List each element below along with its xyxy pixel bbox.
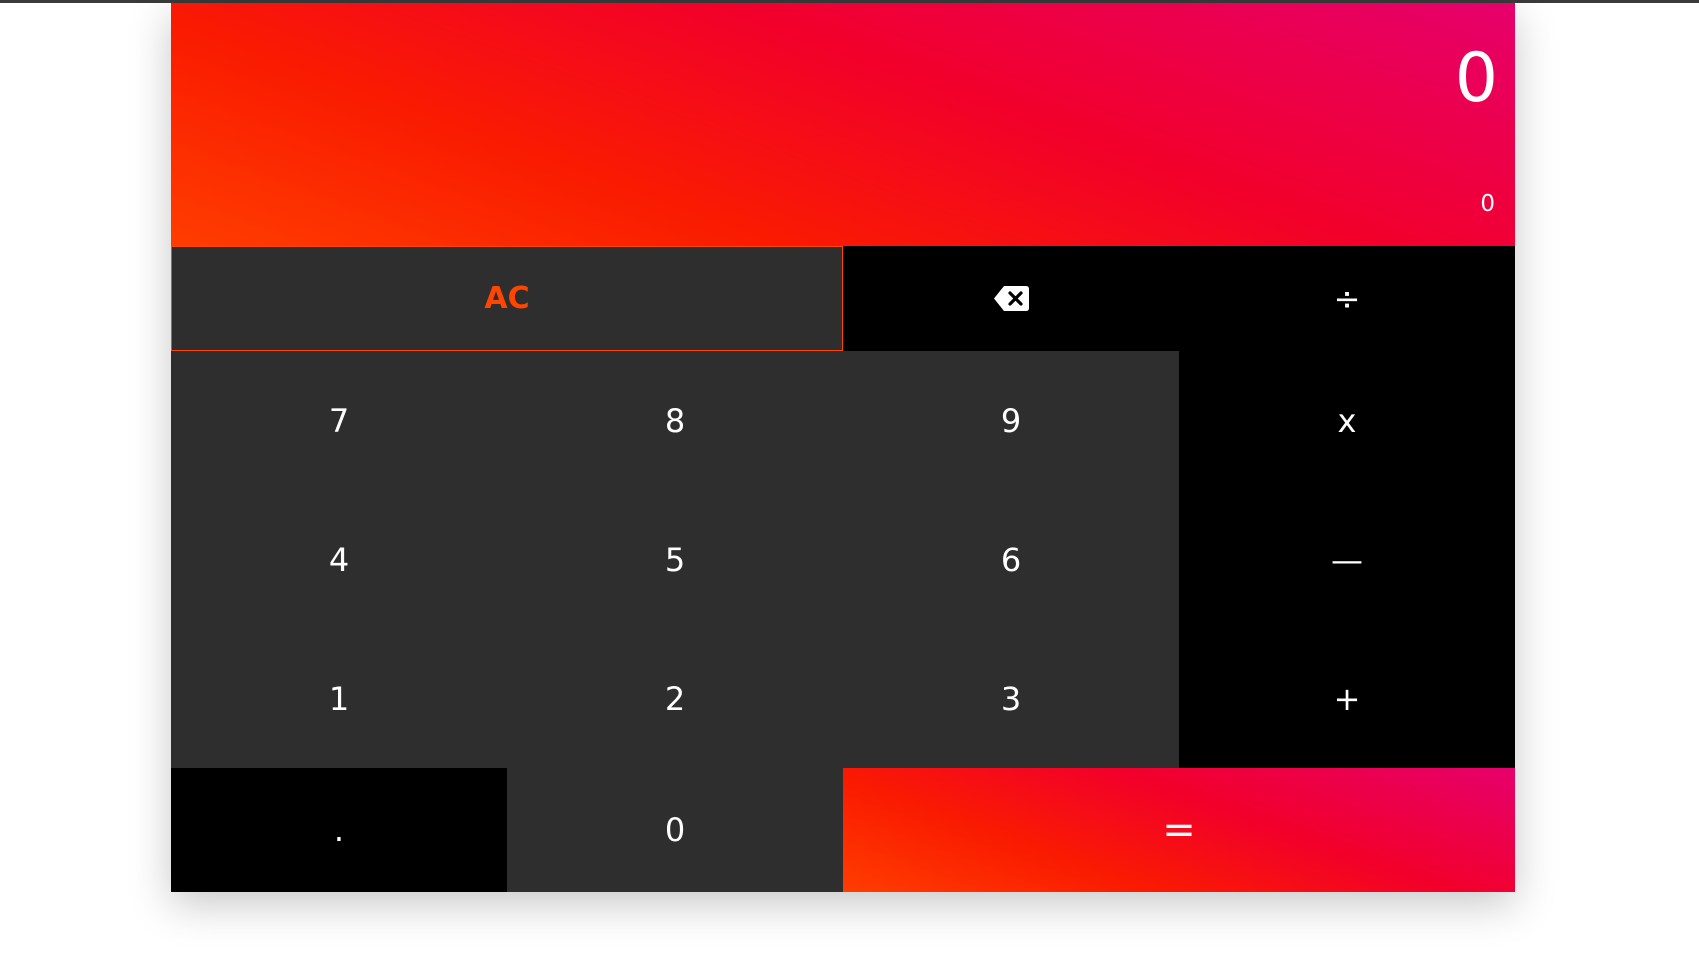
decimal-button[interactable]: . [171,768,507,892]
digit-3-button[interactable]: 3 [843,629,1179,768]
digit-0-button[interactable]: 0 [507,768,843,892]
divide-button[interactable]: ÷ [1179,246,1515,351]
digit-5-button[interactable]: 5 [507,490,843,629]
digit-8-button[interactable]: 8 [507,351,843,490]
digit-7-button[interactable]: 7 [171,351,507,490]
equals-button[interactable]: = [843,768,1515,892]
multiply-button[interactable]: x [1179,351,1515,490]
backspace-button[interactable] [843,246,1179,351]
digit-6-button[interactable]: 6 [843,490,1179,629]
digit-9-button[interactable]: 9 [843,351,1179,490]
calculator: 0 0 AC ÷ 7 8 9 x 4 5 6 — 1 2 3 + . 0 = [171,3,1515,892]
current-value: 0 [1454,39,1498,118]
subtract-button[interactable]: — [1179,490,1515,629]
previous-value: 0 [1480,191,1495,217]
display-panel: 0 0 [171,3,1515,246]
backspace-icon [993,285,1030,312]
clear-button[interactable]: AC [171,246,843,351]
digit-4-button[interactable]: 4 [171,490,507,629]
digit-1-button[interactable]: 1 [171,629,507,768]
add-button[interactable]: + [1179,629,1515,768]
digit-2-button[interactable]: 2 [507,629,843,768]
